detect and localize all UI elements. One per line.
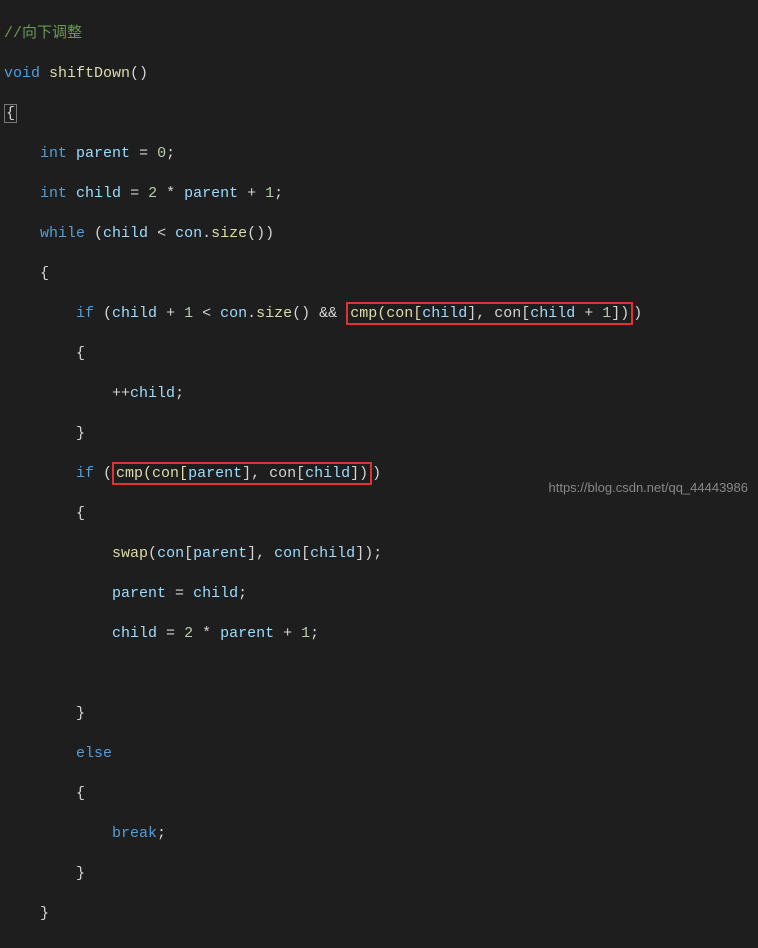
line-while: while (child < con.size()) [4, 224, 758, 244]
line-comment: //向下调整 [4, 24, 758, 44]
line-assign2: child = 2 * parent + 1; [4, 624, 758, 644]
kw-int2: int [40, 185, 67, 202]
line-decl1: int parent = 0; [4, 144, 758, 164]
line-brace3: { [4, 344, 758, 364]
highlight-cmp-1: cmp(con[child], con[child + 1]) [346, 302, 633, 325]
swap-call: swap [112, 545, 148, 562]
kw-while: while [40, 225, 85, 242]
kw-if2: if [76, 465, 94, 482]
line-swap: swap(con[parent], con[child]); [4, 544, 758, 564]
line-brace5: { [4, 784, 758, 804]
line-brace2c: } [4, 904, 758, 924]
brace-open-1: { [4, 104, 17, 123]
line-inc: ++child; [4, 384, 758, 404]
kw-else: else [76, 745, 112, 762]
kw-void: void [4, 65, 40, 82]
code-block: //向下调整 void shiftDown() { int parent = 0… [0, 0, 758, 948]
kw-break: break [112, 825, 157, 842]
line-else: else [4, 744, 758, 764]
var-parent1: parent [76, 145, 130, 162]
line-if1: if (child + 1 < con.size() && cmp(con[ch… [4, 304, 758, 324]
sig-parens: () [130, 65, 148, 82]
comment-text: //向下调整 [4, 25, 82, 42]
highlight-cmp-2: cmp(con[parent], con[child]) [112, 462, 372, 485]
line-brace4: { [4, 504, 758, 524]
watermark: https://blog.csdn.net/qq_44443986 [549, 480, 749, 495]
line-brace5c: } [4, 864, 758, 884]
line-brace1: { [4, 104, 758, 124]
line-blank [4, 664, 758, 684]
kw-if1: if [76, 305, 94, 322]
line-break: break; [4, 824, 758, 844]
func-name: shiftDown [49, 65, 130, 82]
kw-int1: int [40, 145, 67, 162]
line-brace2: { [4, 264, 758, 284]
line-assign1: parent = child; [4, 584, 758, 604]
line-brace4c: } [4, 704, 758, 724]
line-brace3c: } [4, 424, 758, 444]
line-decl2: int child = 2 * parent + 1; [4, 184, 758, 204]
line-signature: void shiftDown() [4, 64, 758, 84]
